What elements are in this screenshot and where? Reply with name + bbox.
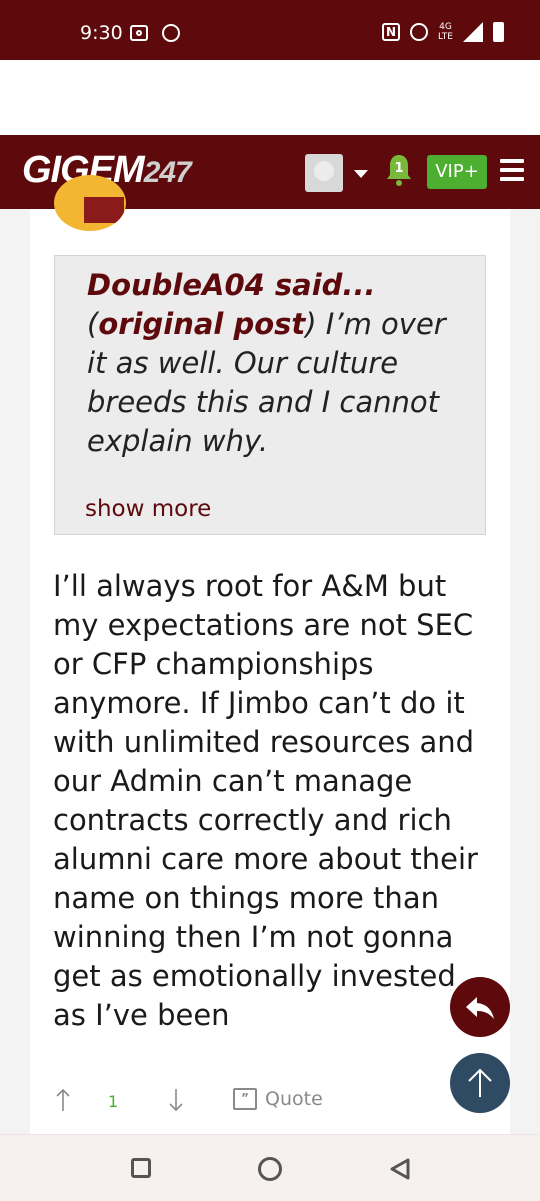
user-avatar[interactable] <box>305 154 343 192</box>
alarm-icon <box>410 23 429 41</box>
status-left-icons <box>130 24 180 42</box>
nfc-icon: N <box>382 23 401 41</box>
menu-icon[interactable] <box>500 159 524 181</box>
vote-count: 1 <box>108 1092 119 1111</box>
back-icon[interactable] <box>388 1157 412 1181</box>
vip-button[interactable]: VIP+ <box>427 155 487 189</box>
chrome-icon <box>162 24 180 42</box>
show-more-link[interactable]: show more <box>85 496 211 522</box>
status-time: 9:30 <box>80 22 123 44</box>
quote-icon: ” <box>233 1088 257 1110</box>
quote-button-label: Quote <box>265 1088 323 1110</box>
battery-icon <box>493 22 504 42</box>
quote-text: DoubleA04 said... (original post) I’m ove… <box>87 266 467 461</box>
poster-avatar[interactable] <box>54 175 126 231</box>
reply-button[interactable] <box>450 977 510 1037</box>
screen-record-icon <box>130 25 148 41</box>
chevron-down-icon[interactable] <box>354 170 368 178</box>
original-post-link[interactable]: original post <box>98 307 305 341</box>
notification-count: 1 <box>394 161 404 176</box>
quote-button[interactable]: ” Quote <box>233 1088 323 1110</box>
system-nav-bar <box>0 1134 540 1201</box>
post-actions: 1 ” Quote <box>53 1086 493 1118</box>
post-body: I’ll always root for A&M but my expectat… <box>53 569 478 1032</box>
quote-author[interactable]: DoubleA04 said... <box>87 266 467 305</box>
home-icon[interactable] <box>258 1157 282 1181</box>
lte-label: LTE <box>438 32 453 42</box>
network-type: 4G LTE <box>438 22 453 42</box>
arrow-up-icon <box>468 1068 492 1097</box>
logo-number: 247 <box>143 156 192 189</box>
status-right-icons: N 4G LTE <box>382 22 504 42</box>
signal-icon <box>463 22 483 42</box>
upvote-icon[interactable] <box>55 1088 71 1112</box>
scroll-to-top-button[interactable] <box>450 1053 510 1113</box>
notifications-button[interactable]: 1 <box>386 153 412 187</box>
status-bar: 9:30 N 4G LTE <box>0 0 540 60</box>
quote-block: DoubleA04 said... (original post) I’m ove… <box>54 255 486 535</box>
downvote-icon[interactable] <box>168 1088 184 1112</box>
reply-icon <box>466 997 494 1019</box>
network-label: 4G <box>439 22 452 32</box>
recents-icon[interactable] <box>131 1158 151 1178</box>
